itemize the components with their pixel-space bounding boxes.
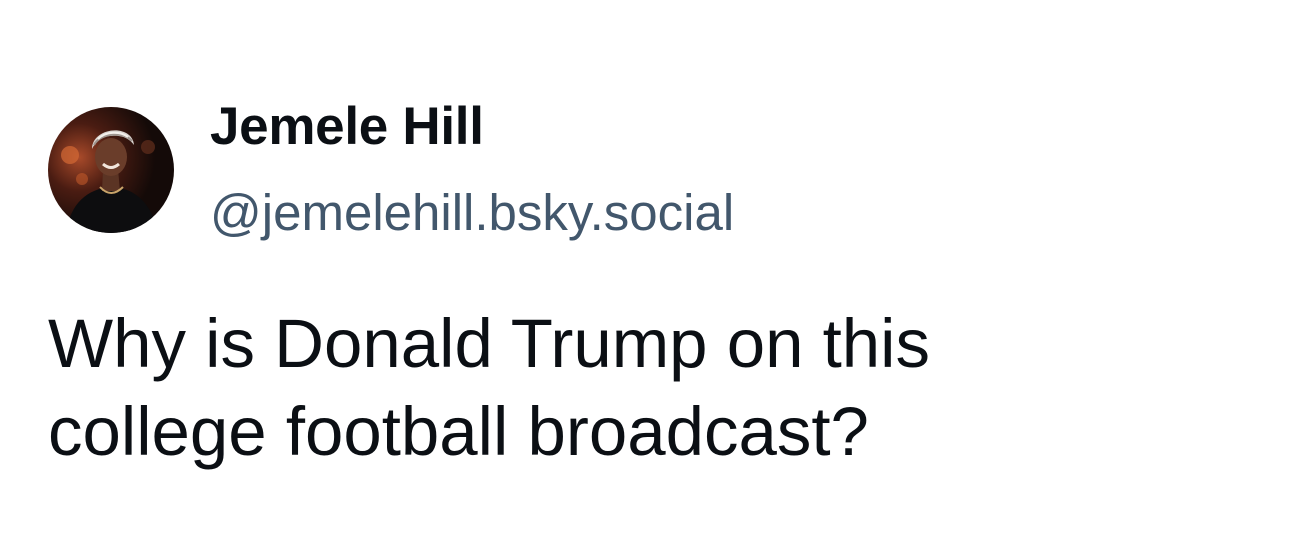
post-text: Why is Donald Trump on this college foot…	[48, 300, 1148, 476]
author-handle[interactable]: @jemelehill.bsky.social	[210, 183, 734, 242]
profile-photo-icon	[48, 107, 174, 233]
avatar[interactable]	[48, 107, 174, 233]
post-text-line: Why is Donald Trump on this	[48, 305, 931, 382]
post-card: Jemele Hill @jemelehill.bsky.social Why …	[0, 0, 1290, 544]
author-display-name[interactable]: Jemele Hill	[210, 96, 484, 157]
post-text-line: college football broadcast?	[48, 393, 869, 470]
